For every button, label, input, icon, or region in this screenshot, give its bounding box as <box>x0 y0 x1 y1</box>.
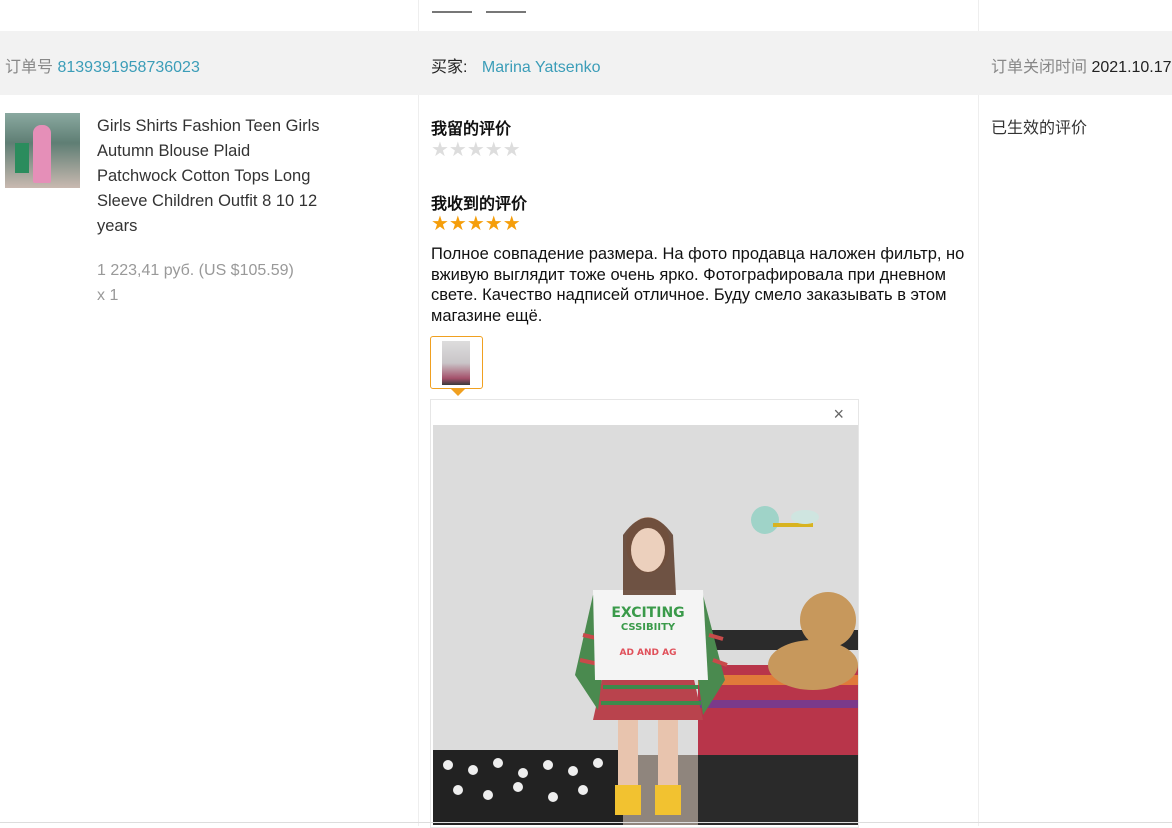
received-review-stars: ★★★★★ <box>431 213 521 235</box>
product-title-link[interactable]: Girls Shirts Fashion Teen Girls Autumn B… <box>97 114 327 239</box>
closed-time-label: 订单关闭时间 <box>991 59 1088 76</box>
column-divider-right <box>978 0 979 826</box>
review-photo-thumbnail[interactable] <box>430 336 483 389</box>
column-divider-left <box>418 0 419 826</box>
received-review-text: Полное совпадение размера. На фото прода… <box>431 245 965 325</box>
order-number-label: 订单号 <box>5 59 54 76</box>
photo-preview-panel: × EXCITING CSSIBIITY AD AND AG <box>430 399 859 828</box>
product-thumbnail[interactable] <box>5 113 80 188</box>
product-price: 1 223,41 руб. (US $105.59) <box>97 262 294 279</box>
close-icon[interactable]: × <box>833 404 844 425</box>
my-review-title: 我留的评价 <box>431 121 512 138</box>
thumbnail-pointer <box>450 388 466 396</box>
buyer-label: 买家: <box>431 59 468 76</box>
order-number: 订单号 8139391958736023 <box>5 53 200 77</box>
closed-time-value: 2021.10.17 <box>1091 59 1172 76</box>
order-number-link[interactable]: 8139391958736023 <box>57 59 199 76</box>
shirt-print-line-3: AD AND AG <box>619 648 676 658</box>
shirt-print-line-1: EXCITING <box>611 605 684 621</box>
received-review-title: 我收到的评价 <box>431 196 528 213</box>
effective-review-title: 已生效的评价 <box>991 120 1088 137</box>
product-quantity: x 1 <box>97 287 119 304</box>
bottom-divider <box>0 822 1172 823</box>
buyer-info: 买家: Marina Yatsenko <box>431 53 601 77</box>
review-photo-large: EXCITING CSSIBIITY AD AND AG <box>433 425 858 825</box>
buyer-name-link[interactable]: Marina Yatsenko <box>482 59 601 76</box>
order-closed-time: 订单关闭时间 2021.10.17 <box>991 53 1172 77</box>
shirt-print-line-2: CSSIBIITY <box>621 622 676 633</box>
order-header: 订单号 8139391958736023 买家: Marina Yatsenko… <box>0 31 1172 95</box>
my-review-stars: ★★★★★ <box>431 139 521 161</box>
previous-order-thumbnails <box>432 0 542 13</box>
